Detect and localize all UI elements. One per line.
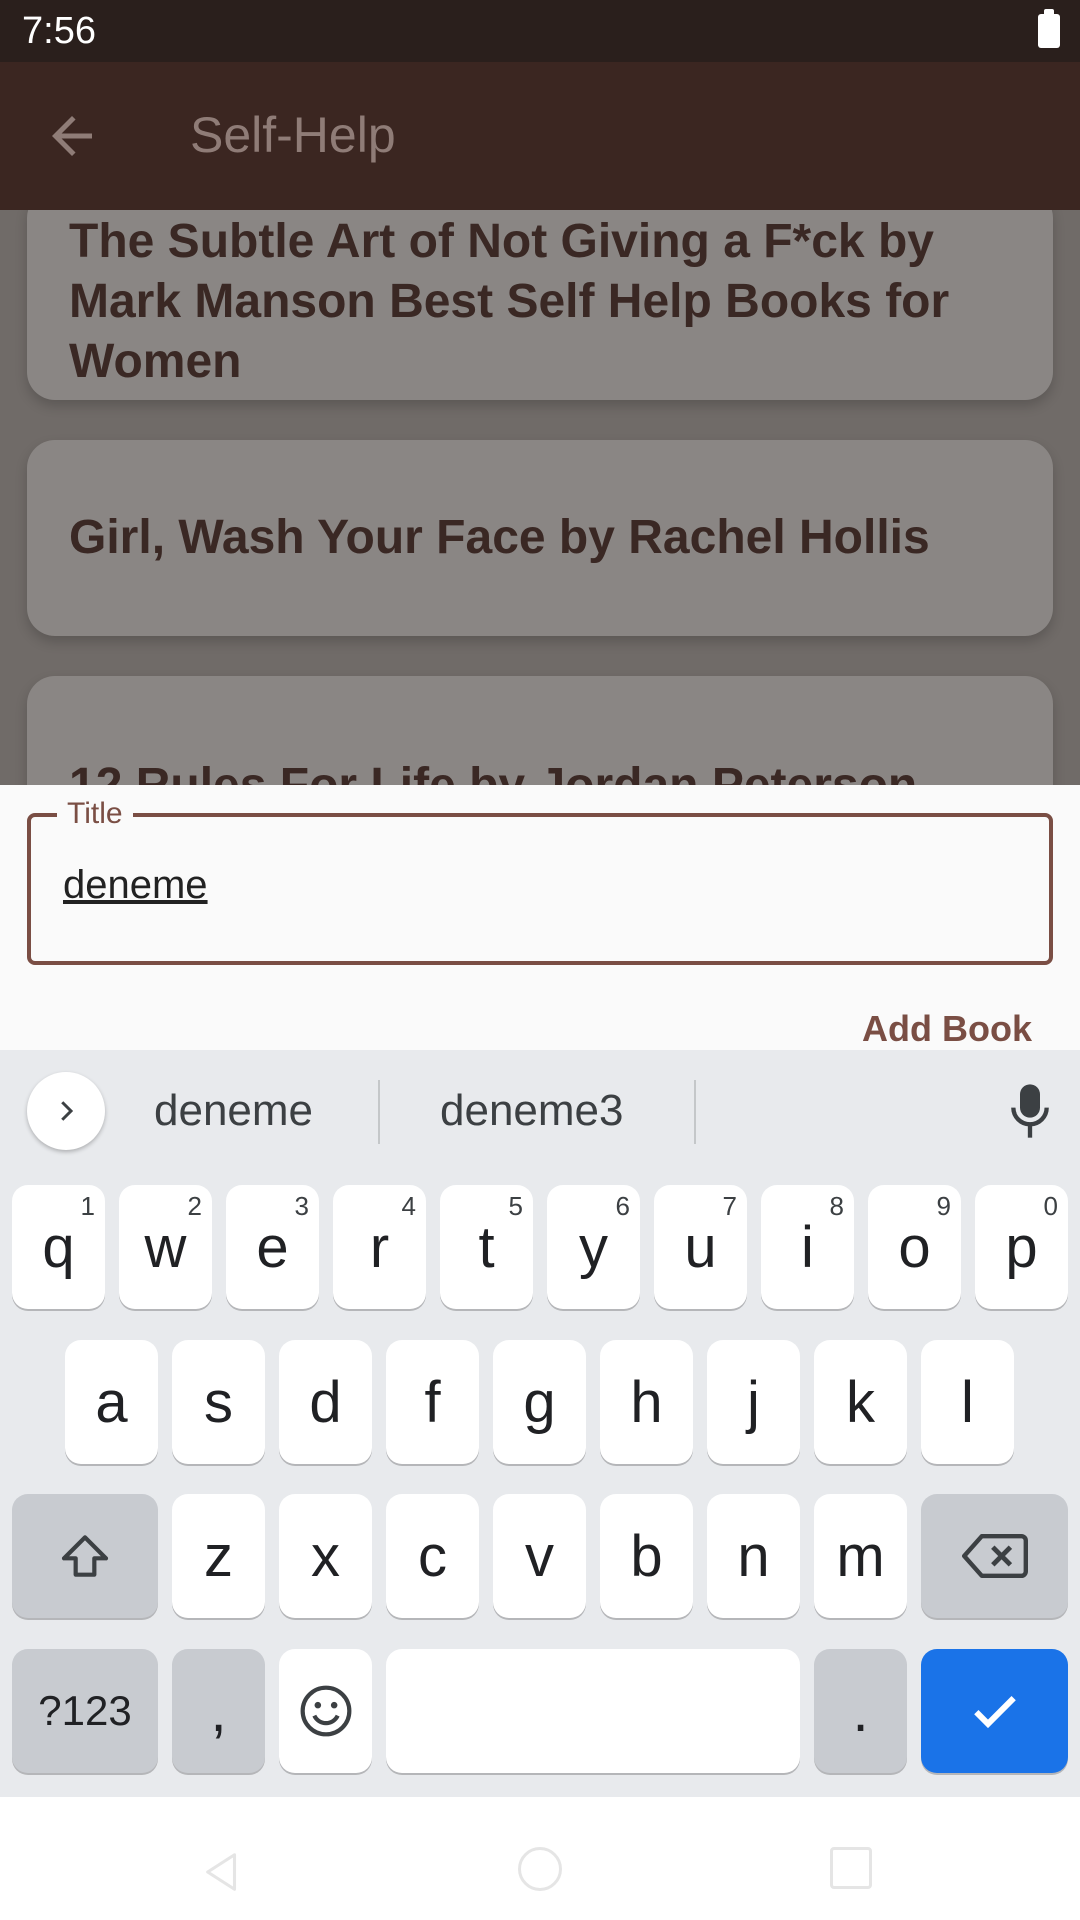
symbols-key[interactable]: ?123 bbox=[12, 1649, 158, 1773]
key-label: t bbox=[478, 1214, 495, 1280]
key-label: e bbox=[256, 1214, 289, 1280]
key-label: o bbox=[898, 1214, 931, 1280]
soft-keyboard: deneme deneme3 q1 w2 e3 r4 t5 y6 u7 i8 o… bbox=[0, 1050, 1080, 1797]
key-x[interactable]: x bbox=[279, 1494, 372, 1618]
key-hint: 7 bbox=[722, 1191, 737, 1221]
app-bar: Self-Help bbox=[0, 62, 1080, 210]
key-hint: 4 bbox=[401, 1191, 416, 1221]
key-d[interactable]: d bbox=[279, 1340, 372, 1464]
key-hint: 0 bbox=[1043, 1191, 1058, 1221]
key-label: w bbox=[144, 1214, 187, 1280]
key-k[interactable]: k bbox=[814, 1340, 907, 1464]
key-g[interactable]: g bbox=[493, 1340, 586, 1464]
nav-home-icon[interactable] bbox=[518, 1847, 562, 1891]
key-j[interactable]: j bbox=[707, 1340, 800, 1464]
key-a[interactable]: a bbox=[65, 1340, 158, 1464]
key-m[interactable]: m bbox=[814, 1494, 907, 1618]
suggestion-1[interactable]: deneme bbox=[154, 1086, 313, 1136]
key-f[interactable]: f bbox=[386, 1340, 479, 1464]
space-bar[interactable] bbox=[386, 1649, 800, 1773]
key-q[interactable]: q1 bbox=[12, 1185, 105, 1309]
emoji-icon bbox=[300, 1685, 351, 1737]
key-w[interactable]: w2 bbox=[119, 1185, 212, 1309]
key-u[interactable]: u7 bbox=[654, 1185, 747, 1309]
key-s[interactable]: s bbox=[172, 1340, 265, 1464]
shift-icon bbox=[61, 1535, 109, 1577]
nav-recents-icon[interactable] bbox=[830, 1847, 872, 1889]
add-book-sheet: Title Add Book bbox=[0, 785, 1080, 1050]
shift-key[interactable] bbox=[12, 1494, 158, 1618]
title-field-label: Title bbox=[57, 797, 133, 831]
key-label: p bbox=[1005, 1214, 1038, 1280]
book-title: 12 Rules For Life by Jordan Peterson bbox=[69, 756, 917, 785]
suggestion-divider bbox=[378, 1080, 380, 1144]
navigation-bar bbox=[0, 1797, 1080, 1920]
title-field[interactable]: Title bbox=[27, 797, 1053, 965]
key-o[interactable]: o9 bbox=[868, 1185, 961, 1309]
backspace-key[interactable] bbox=[921, 1494, 1068, 1618]
period-key[interactable]: . bbox=[814, 1649, 907, 1773]
page-title: Self-Help bbox=[190, 107, 396, 163]
key-b[interactable]: b bbox=[600, 1494, 693, 1618]
key-hint: 1 bbox=[80, 1191, 95, 1221]
key-y[interactable]: y6 bbox=[547, 1185, 640, 1309]
title-input[interactable] bbox=[61, 862, 965, 909]
key-hint: 6 bbox=[615, 1191, 630, 1221]
key-r[interactable]: r4 bbox=[333, 1185, 426, 1309]
back-arrow-icon[interactable] bbox=[42, 106, 102, 166]
suggestion-divider bbox=[694, 1080, 696, 1144]
chevron-right-icon bbox=[61, 1101, 74, 1121]
key-i[interactable]: i8 bbox=[761, 1185, 854, 1309]
key-t[interactable]: t5 bbox=[440, 1185, 533, 1309]
key-label: q bbox=[42, 1214, 75, 1280]
backspace-icon bbox=[961, 1534, 1028, 1578]
key-label: y bbox=[579, 1214, 608, 1280]
nav-back-icon[interactable] bbox=[200, 1849, 246, 1895]
comma-key[interactable]: , bbox=[172, 1649, 265, 1773]
enter-key[interactable] bbox=[921, 1649, 1068, 1773]
book-list: The Subtle Art of Not Giving a F*ck by M… bbox=[0, 210, 1080, 785]
add-book-button[interactable]: Add Book bbox=[862, 1008, 1032, 1050]
key-hint: 2 bbox=[187, 1191, 202, 1221]
key-label: i bbox=[801, 1214, 814, 1280]
key-e[interactable]: e3 bbox=[226, 1185, 319, 1309]
microphone-icon[interactable] bbox=[1010, 1082, 1050, 1140]
key-l[interactable]: l bbox=[921, 1340, 1014, 1464]
book-card[interactable]: The Subtle Art of Not Giving a F*ck by M… bbox=[27, 210, 1053, 400]
key-c[interactable]: c bbox=[386, 1494, 479, 1618]
emoji-key[interactable] bbox=[279, 1649, 372, 1773]
key-n[interactable]: n bbox=[707, 1494, 800, 1618]
checkmark-icon bbox=[973, 1696, 1016, 1729]
book-card[interactable]: Girl, Wash Your Face by Rachel Hollis bbox=[27, 440, 1053, 636]
status-bar: 7:56 bbox=[0, 0, 1080, 62]
key-hint: 3 bbox=[294, 1191, 309, 1221]
key-label: r bbox=[369, 1214, 390, 1280]
key-label: u bbox=[684, 1214, 717, 1280]
battery-icon bbox=[1038, 9, 1060, 48]
key-hint: 5 bbox=[508, 1191, 523, 1221]
key-h[interactable]: h bbox=[600, 1340, 693, 1464]
suggestion-2[interactable]: deneme3 bbox=[440, 1086, 623, 1136]
key-hint: 8 bbox=[829, 1191, 844, 1221]
key-z[interactable]: z bbox=[172, 1494, 265, 1618]
suggestions-expand-button[interactable] bbox=[27, 1072, 105, 1150]
key-v[interactable]: v bbox=[493, 1494, 586, 1618]
key-hint: 9 bbox=[936, 1191, 951, 1221]
book-title: Girl, Wash Your Face by Rachel Hollis bbox=[69, 511, 930, 564]
book-card[interactable]: 12 Rules For Life by Jordan Peterson bbox=[27, 676, 1053, 785]
status-time: 7:56 bbox=[22, 10, 96, 52]
book-title: The Subtle Art of Not Giving a F*ck by M… bbox=[69, 215, 950, 388]
key-p[interactable]: p0 bbox=[975, 1185, 1068, 1309]
